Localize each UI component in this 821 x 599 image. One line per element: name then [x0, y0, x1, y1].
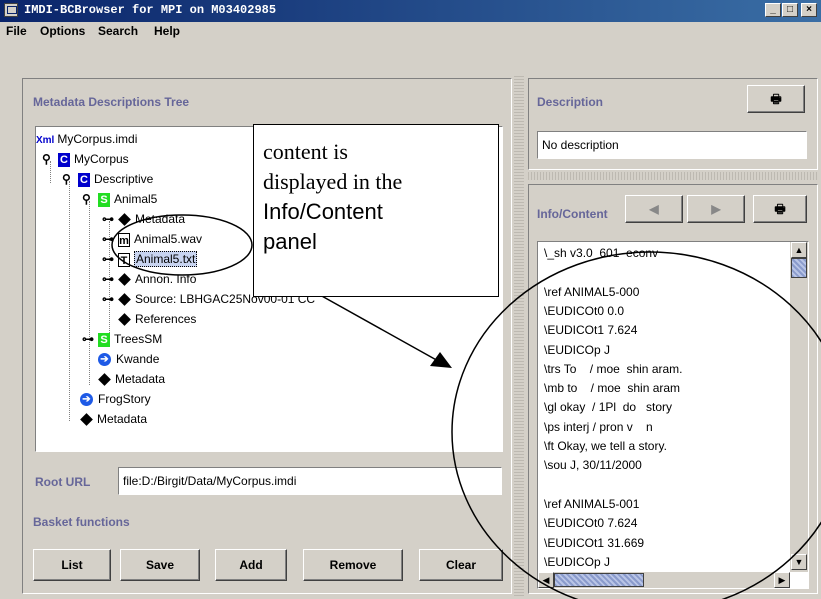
annotation-overlay — [111, 214, 821, 599]
callout-line-1: content is — [263, 139, 348, 164]
callout-line-4: panel — [263, 229, 317, 254]
highlight-ellipse-files — [111, 214, 253, 276]
highlight-ellipse-content — [451, 251, 821, 599]
annotation-callout: content is displayed in the Info/Content… — [253, 124, 499, 297]
callout-line-2: displayed in the — [263, 169, 403, 194]
callout-arrow-line — [319, 294, 441, 363]
callout-arrow-head — [430, 352, 452, 368]
callout-line-3: Info/Content — [263, 199, 383, 224]
